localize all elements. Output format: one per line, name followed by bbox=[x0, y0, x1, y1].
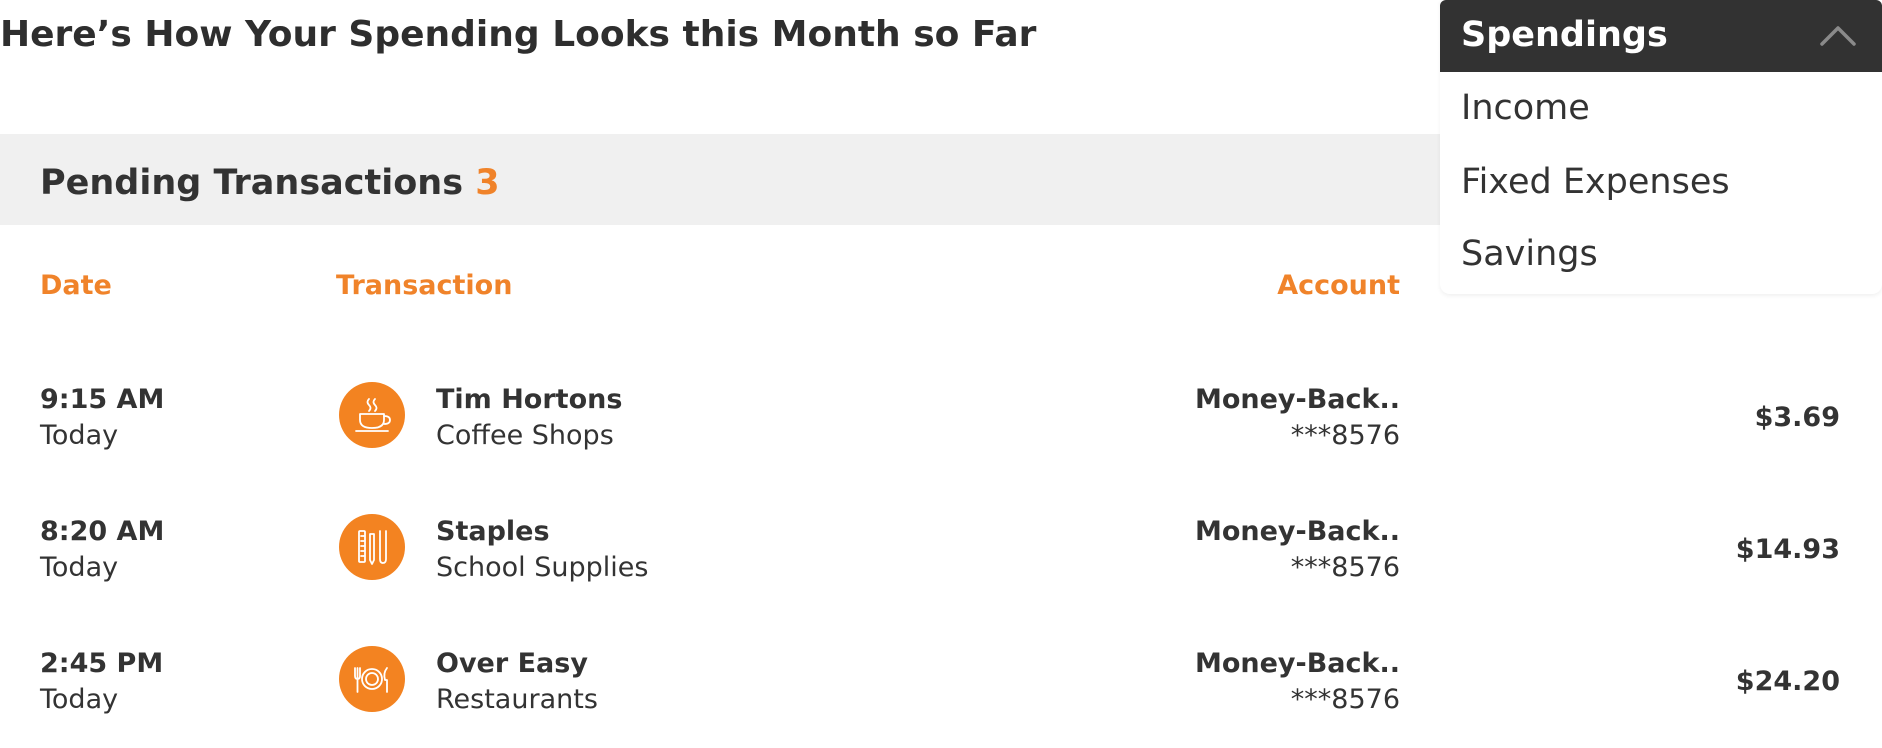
transaction-time: 2:45 PM bbox=[40, 648, 164, 679]
transaction-day: Today bbox=[40, 552, 119, 583]
transaction-row[interactable]: 2:45 PM Today Over Easy Restaurants Mone… bbox=[0, 646, 1882, 748]
merchant-name: Tim Hortons bbox=[436, 384, 623, 415]
merchant-category: Coffee Shops bbox=[436, 420, 614, 451]
account-name: Money-Back.. bbox=[1194, 384, 1400, 415]
page-title: Here’s How Your Spending Looks this Mont… bbox=[0, 14, 1037, 55]
merchant-name: Staples bbox=[436, 516, 550, 547]
account-number: ***8576 bbox=[1290, 684, 1400, 715]
account-number: ***8576 bbox=[1290, 552, 1400, 583]
chevron-up-icon bbox=[1820, 26, 1856, 46]
dropdown-option-income[interactable]: Income bbox=[1461, 88, 1590, 128]
transaction-time: 8:20 AM bbox=[40, 516, 165, 547]
transaction-amount: $3.69 bbox=[1754, 402, 1840, 433]
account-name: Money-Back.. bbox=[1194, 516, 1400, 547]
pending-label: Pending Transactions bbox=[40, 163, 464, 203]
transaction-amount: $24.20 bbox=[1735, 666, 1840, 697]
column-header-date[interactable]: Date bbox=[40, 270, 112, 301]
dropdown-option-savings[interactable]: Savings bbox=[1461, 234, 1598, 274]
merchant-name: Over Easy bbox=[436, 648, 588, 679]
coffee-cup-icon bbox=[339, 382, 405, 448]
school-supplies-icon bbox=[339, 514, 405, 580]
dropdown-selected-label: Spendings bbox=[1461, 15, 1668, 55]
dropdown-selected-spendings[interactable]: Spendings bbox=[1440, 0, 1882, 72]
transaction-row[interactable]: 9:15 AM Today Tim Hortons Coffee Shops M… bbox=[0, 382, 1882, 484]
transaction-amount: $14.93 bbox=[1735, 534, 1840, 565]
dropdown-option-fixed-expenses[interactable]: Fixed Expenses bbox=[1461, 162, 1730, 202]
transaction-day: Today bbox=[40, 684, 119, 715]
pending-count-badge: 3 bbox=[475, 163, 500, 203]
account-name: Money-Back.. bbox=[1194, 648, 1400, 679]
transaction-row[interactable]: 8:20 AM Today Staples School Supplies Mo… bbox=[0, 514, 1882, 616]
merchant-category: Restaurants bbox=[436, 684, 598, 715]
transaction-day: Today bbox=[40, 420, 119, 451]
plate-cutlery-icon bbox=[339, 646, 405, 712]
merchant-category: School Supplies bbox=[436, 552, 649, 583]
account-number: ***8576 bbox=[1290, 420, 1400, 451]
column-header-account[interactable]: Account bbox=[1277, 270, 1400, 301]
category-dropdown-menu: Spendings Income Fixed Expenses Savings bbox=[1440, 0, 1882, 294]
pending-transactions-title: Pending Transactions 3 bbox=[40, 163, 500, 203]
transaction-time: 9:15 AM bbox=[40, 384, 165, 415]
column-header-transaction[interactable]: Transaction bbox=[336, 270, 512, 301]
